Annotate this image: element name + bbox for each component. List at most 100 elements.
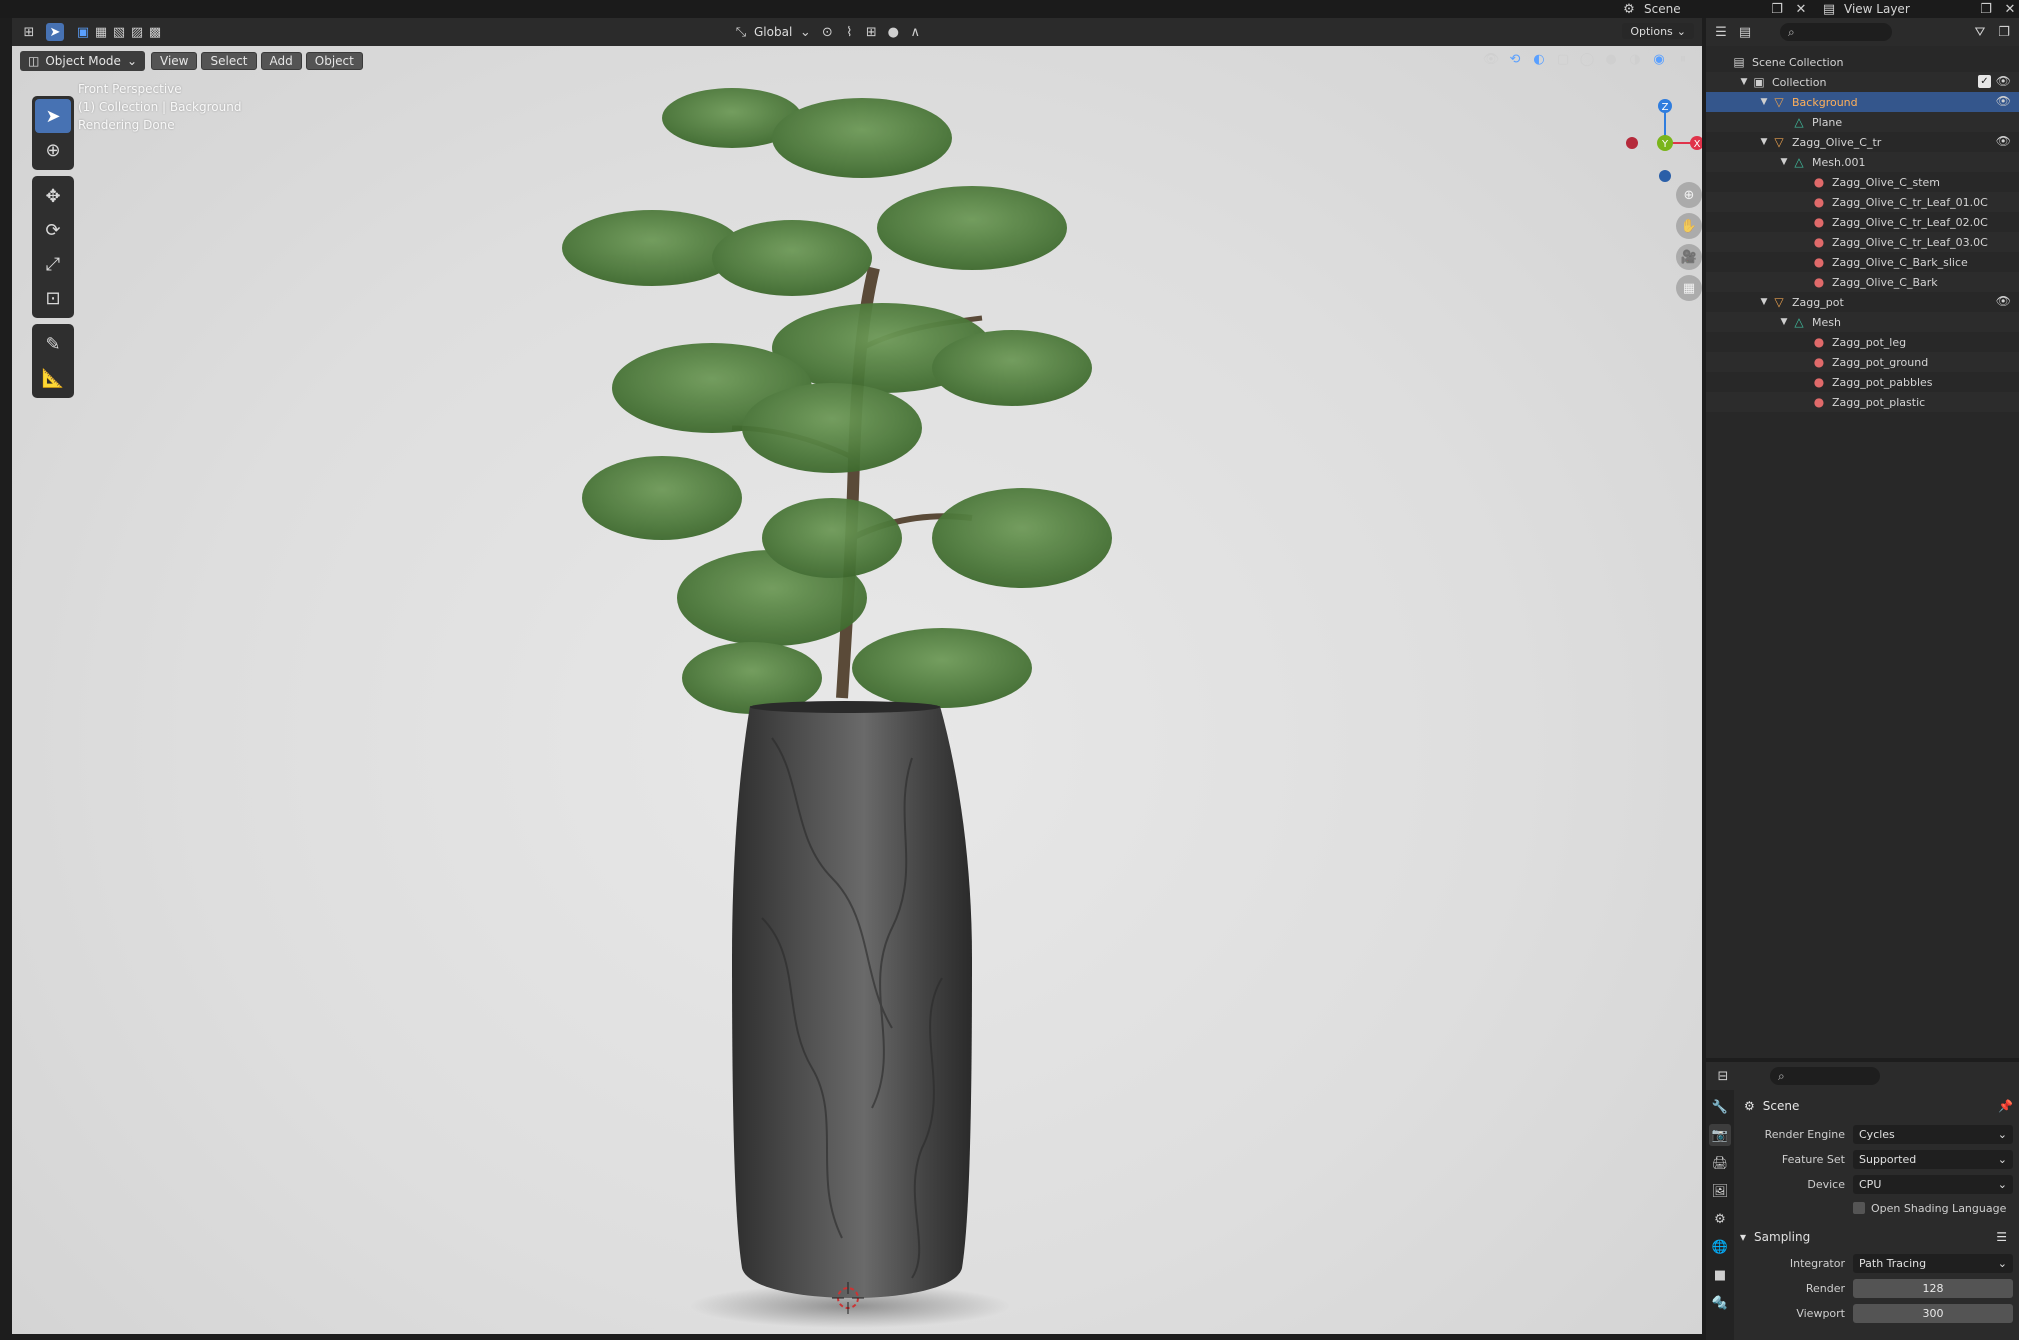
modifier-tab-icon[interactable]: 🔩 — [1709, 1292, 1731, 1314]
wireframe-shading-icon[interactable]: ◯ — [1578, 50, 1596, 68]
scene-tab-icon[interactable]: ⚙ — [1709, 1208, 1731, 1230]
eye-icon[interactable]: 👁 — [1996, 134, 2011, 148]
menu-view[interactable]: View — [151, 52, 198, 70]
menu-object[interactable]: Object — [305, 52, 363, 70]
3d-viewport[interactable]: ⊞ ➤ ▣ ▦ ▧ ▨ ▩ ⤡ Global ⌄ ⊙ ⌇ ⊞ ● ∧ Optio… — [12, 18, 1702, 1334]
snap-target-icon[interactable]: ⊞ — [862, 23, 880, 41]
outliner-item[interactable]: ▼ △ Mesh — [1706, 312, 2019, 332]
select-box-tool-icon[interactable]: ➤ — [35, 99, 71, 133]
menu-add[interactable]: Add — [260, 52, 302, 70]
menu-select[interactable]: Select — [201, 52, 257, 70]
editor-type-icon[interactable]: ⊟ — [1714, 1067, 1732, 1085]
pin-icon[interactable]: 📌 — [1998, 1099, 2013, 1113]
navigation-gizmo[interactable]: Z Y X — [1612, 88, 1702, 188]
outliner-item[interactable]: ● Zagg_Olive_C_Bark_slice — [1706, 252, 2019, 272]
select-extend-icon[interactable]: ▦ — [92, 23, 110, 41]
gizmo-toggle-icon[interactable]: ⟲ — [1506, 50, 1524, 68]
measure-tool-icon[interactable]: 📐 — [35, 361, 71, 395]
pan-hand-icon[interactable]: ✋ — [1676, 213, 1702, 239]
options-dropdown[interactable]: Options ⌄ — [1622, 23, 1694, 39]
expand-arrow-icon[interactable]: ▼ — [1778, 157, 1790, 167]
overlays-icon[interactable]: ◐ — [1530, 50, 1548, 68]
osl-checkbox[interactable] — [1853, 1202, 1865, 1214]
outliner-item[interactable]: ● Zagg_Olive_C_tr_Leaf_02.0C — [1706, 212, 2019, 232]
transform-tool-icon[interactable]: ⊡ — [35, 281, 71, 315]
pivot-icon[interactable]: ⊙ — [818, 23, 836, 41]
camera-view-icon[interactable]: 🎥 — [1676, 244, 1702, 270]
pause-render-icon[interactable]: ⏸ — [1674, 50, 1692, 68]
snap-icon[interactable]: ⌇ — [840, 23, 858, 41]
ortho-grid-icon[interactable]: ▦ — [1676, 275, 1702, 301]
xray-icon[interactable]: ▢ — [1554, 50, 1572, 68]
outliner-search-input[interactable]: ⌕ — [1780, 23, 1892, 41]
new-scene-icon[interactable]: ❐ — [1768, 0, 1786, 18]
outliner-item[interactable]: ● Zagg_pot_ground — [1706, 352, 2019, 372]
select-tool-icon[interactable]: ➤ — [46, 23, 64, 41]
eye-icon[interactable]: 👁 — [1996, 74, 2011, 88]
output-tab-icon[interactable]: 🖨 — [1709, 1152, 1731, 1174]
editor-type-icon[interactable]: ⊞ — [20, 23, 38, 41]
new-view-layer-icon[interactable]: ❐ — [1977, 0, 1995, 18]
expand-arrow-icon[interactable]: ▼ — [1738, 77, 1750, 87]
scale-tool-icon[interactable]: ⤢ — [35, 247, 71, 281]
feature-set-dropdown[interactable]: Supported ⌄ — [1853, 1150, 2013, 1169]
object-tab-icon[interactable]: ■ — [1709, 1264, 1731, 1286]
device-dropdown[interactable]: CPU ⌄ — [1853, 1175, 2013, 1194]
eye-icon[interactable]: 👁 — [1996, 94, 2011, 108]
outliner-item[interactable]: ▼ ▽ Zagg_Olive_C_tr 👁 — [1706, 132, 2019, 152]
outliner-item[interactable]: ● Zagg_pot_pabbles — [1706, 372, 2019, 392]
eye-icon[interactable]: 👁 — [1996, 294, 2011, 308]
annotate-tool-icon[interactable]: ✎ — [35, 327, 71, 361]
outliner-item[interactable]: △ Plane — [1706, 112, 2019, 132]
expand-arrow-icon[interactable]: ▼ — [1758, 137, 1770, 147]
transform-orientation[interactable]: ⤡ Global ⌄ ⊙ ⌇ ⊞ ● ∧ — [732, 23, 924, 41]
rotate-tool-icon[interactable]: ⟳ — [35, 213, 71, 247]
render-tab-icon[interactable]: 📷 — [1709, 1124, 1731, 1146]
outliner-item[interactable]: ▼ ▽ Background 👁 — [1706, 92, 2019, 112]
outliner-item[interactable]: ▼ △ Mesh.001 — [1706, 152, 2019, 172]
remove-view-layer-icon[interactable]: ✕ — [2001, 0, 2019, 18]
exclude-checkbox[interactable]: ✓ — [1978, 75, 1991, 88]
proportional-edit-icon[interactable]: ● — [884, 23, 902, 41]
zoom-icon[interactable]: ⊕ — [1676, 182, 1702, 208]
world-tab-icon[interactable]: 🌐 — [1709, 1236, 1731, 1258]
mode-selector[interactable]: ◫ Object Mode ⌄ — [20, 51, 145, 71]
select-intersect-icon[interactable]: ▩ — [146, 23, 164, 41]
remove-scene-icon[interactable]: ✕ — [1792, 0, 1810, 18]
outliner-item[interactable]: ● Zagg_Olive_C_tr_Leaf_03.0C — [1706, 232, 2019, 252]
integrator-dropdown[interactable]: Path Tracing ⌄ — [1853, 1254, 2013, 1273]
view-layer-tab-icon[interactable]: 🖼 — [1709, 1180, 1731, 1202]
render-samples-field[interactable]: 128 — [1853, 1279, 2013, 1298]
material-shading-icon[interactable]: ◑ — [1626, 50, 1644, 68]
select-invert-icon[interactable]: ▨ — [128, 23, 146, 41]
outliner-item[interactable]: ▤ Scene Collection — [1706, 52, 2019, 72]
outliner-item[interactable]: ● Zagg_pot_plastic — [1706, 392, 2019, 412]
cursor-tool-icon[interactable]: ⊕ — [35, 133, 71, 167]
rendered-shading-icon[interactable]: ◉ — [1650, 50, 1668, 68]
outliner-item[interactable]: ● Zagg_Olive_C_Bark — [1706, 272, 2019, 292]
filter-icon[interactable]: ⛛ — [1971, 23, 1989, 41]
view-layer-selector[interactable]: ▤ View Layer ❐ ✕ — [1820, 0, 2019, 18]
outliner-item[interactable]: ● Zagg_pot_leg — [1706, 332, 2019, 352]
expand-arrow-icon[interactable]: ▼ — [1758, 97, 1770, 107]
list-icon[interactable]: ☰ — [1996, 1230, 2007, 1244]
display-mode-icon[interactable]: ▤ — [1736, 23, 1754, 41]
outliner-item[interactable]: ● Zagg_Olive_C_tr_Leaf_01.0C — [1706, 192, 2019, 212]
solid-shading-icon[interactable]: ● — [1602, 50, 1620, 68]
select-new-icon[interactable]: ▣ — [74, 23, 92, 41]
osl-checkbox-row[interactable]: Open Shading Language — [1740, 1197, 2013, 1219]
viewport-samples-field[interactable]: 300 — [1853, 1304, 2013, 1323]
move-tool-icon[interactable]: ✥ — [35, 179, 71, 213]
scene-selector[interactable]: ⚙ Scene ❐ ✕ — [1620, 0, 1810, 18]
visibility-icon[interactable]: 👁 — [1482, 50, 1500, 68]
outliner-item[interactable]: ▼ ▣ Collection ✓ 👁 — [1706, 72, 2019, 92]
editor-type-icon[interactable]: ☰ — [1712, 23, 1730, 41]
outliner-item[interactable]: ▼ ▽ Zagg_pot 👁 — [1706, 292, 2019, 312]
expand-arrow-icon[interactable]: ▼ — [1758, 297, 1770, 307]
tool-tab-icon[interactable]: 🔧 — [1709, 1096, 1731, 1118]
expand-arrow-icon[interactable]: ▼ — [1778, 317, 1790, 327]
outliner-item[interactable]: ● Zagg_Olive_C_stem — [1706, 172, 2019, 192]
properties-search-input[interactable]: ⌕ — [1770, 1067, 1880, 1085]
select-subtract-icon[interactable]: ▧ — [110, 23, 128, 41]
render-engine-dropdown[interactable]: Cycles ⌄ — [1853, 1125, 2013, 1144]
